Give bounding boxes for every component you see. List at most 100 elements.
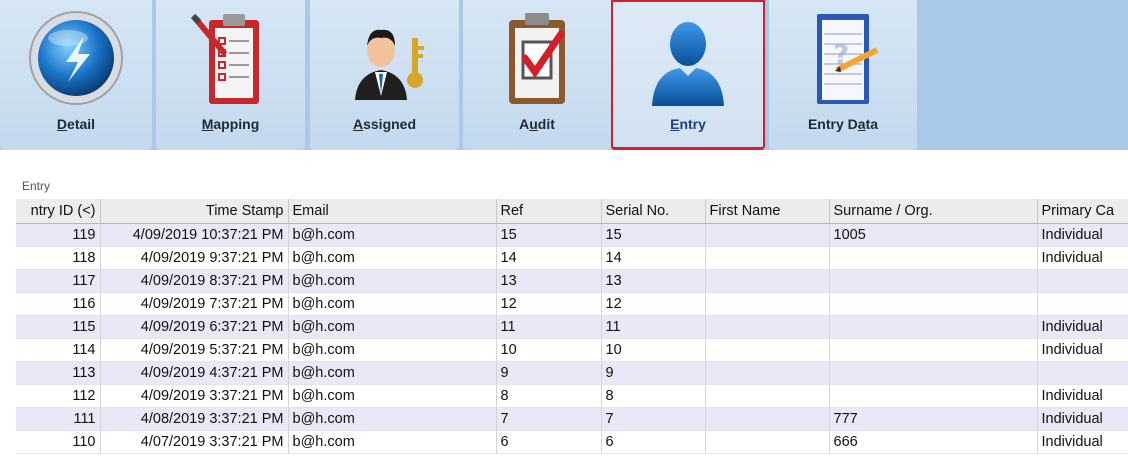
cell-ref: 14: [496, 246, 602, 270]
cell-time-stamp: 4/09/2019 7:37:21 PM: [100, 292, 289, 316]
cell-entry-id: 113: [16, 361, 101, 385]
column-header-surname[interactable]: Surname / Org.: [829, 199, 1038, 224]
cell-time-stamp: 4/07/2019 3:37:21 PM: [100, 430, 289, 454]
column-header-serial-no[interactable]: Serial No.: [601, 199, 706, 224]
cell-first-name: [705, 430, 830, 454]
cell-entry-id: 117: [16, 269, 101, 293]
table-header-row: ntry ID (<) Time Stamp Email Ref Serial …: [16, 199, 1128, 224]
cell-serial-no: 12: [601, 292, 706, 316]
cell-surname: [829, 292, 1038, 316]
tab-detail[interactable]: Detail: [0, 0, 152, 150]
cell-first-name: [705, 384, 830, 408]
cell-primary-category: Individual: [1037, 407, 1128, 431]
cell-ref: 15: [496, 223, 602, 247]
cell-entry-id: 116: [16, 292, 101, 316]
table-row[interactable]: 110 4/07/2019 3:37:21 PM b@h.com 6 6 666 Indiv…: [16, 430, 1128, 454]
cell-primary-category: Individual: [1037, 384, 1128, 408]
cell-email: b@h.com: [288, 430, 497, 454]
entry-table: ntry ID (<) Time Stamp Email Ref Serial …: [16, 199, 1128, 454]
panel-header-strip: [0, 150, 1128, 176]
cell-email: b@h.com: [288, 338, 497, 362]
cell-ref: 11: [496, 315, 602, 339]
tab-mapping[interactable]: Mapping: [156, 0, 305, 150]
table-row[interactable]: 117 4/09/2019 8:37:21 PM b@h.com 13 13: [16, 269, 1128, 293]
tab-audit[interactable]: Audit: [463, 0, 611, 150]
table-row[interactable]: 115 4/09/2019 6:37:21 PM b@h.com 11 11 Indivi…: [16, 315, 1128, 339]
cell-ref: 10: [496, 338, 602, 362]
cell-email: b@h.com: [288, 315, 497, 339]
cell-serial-no: 13: [601, 269, 706, 293]
tab-entry-data[interactable]: ? Entry Data: [769, 0, 917, 150]
table-row[interactable]: 111 4/08/2019 3:37:21 PM b@h.com 7 7 777 Indiv…: [16, 407, 1128, 431]
cell-email: b@h.com: [288, 246, 497, 270]
cell-email: b@h.com: [288, 361, 497, 385]
cell-ref: 9: [496, 361, 602, 385]
cell-primary-category: [1037, 269, 1128, 293]
column-header-email[interactable]: Email: [288, 199, 497, 224]
tab-label: Mapping: [201, 116, 260, 132]
cell-first-name: [705, 407, 830, 431]
table-row[interactable]: 114 4/09/2019 5:37:21 PM b@h.com 10 10 Indivi…: [16, 338, 1128, 362]
cell-primary-category: Individual: [1037, 246, 1128, 270]
cell-serial-no: 14: [601, 246, 706, 270]
lightning-orb-icon: [0, 8, 152, 110]
person-key-icon: [310, 8, 459, 110]
column-header-entry-id[interactable]: ntry ID (<): [16, 199, 101, 224]
cell-time-stamp: 4/09/2019 3:37:21 PM: [100, 384, 289, 408]
cell-email: b@h.com: [288, 223, 497, 247]
cell-entry-id: 115: [16, 315, 101, 339]
cell-surname: 777: [829, 407, 1038, 431]
clipboard-check-icon: [463, 8, 611, 110]
table-row[interactable]: 118 4/09/2019 9:37:21 PM b@h.com 14 14 Indivi…: [16, 246, 1128, 270]
cell-surname: [829, 384, 1038, 408]
tab-label: Assigned: [352, 116, 417, 132]
cell-serial-no: 10: [601, 338, 706, 362]
cell-serial-no: 8: [601, 384, 706, 408]
cell-primary-category: Individual: [1037, 430, 1128, 454]
tab-entry[interactable]: Entry: [611, 0, 765, 150]
person-silhouette-icon: [613, 10, 763, 112]
cell-time-stamp: 4/09/2019 10:37:21 PM: [100, 223, 289, 247]
cell-surname: 1005: [829, 223, 1038, 247]
cell-surname: [829, 315, 1038, 339]
cell-email: b@h.com: [288, 269, 497, 293]
table-row[interactable]: 119 4/09/2019 10:37:21 PM b@h.com 15 15 1005 I…: [16, 223, 1128, 247]
cell-ref: 7: [496, 407, 602, 431]
column-header-time-stamp[interactable]: Time Stamp: [100, 199, 289, 224]
clipboard-checklist-icon: [156, 8, 305, 110]
cell-time-stamp: 4/09/2019 8:37:21 PM: [100, 269, 289, 293]
column-header-ref[interactable]: Ref: [496, 199, 602, 224]
tab-label: Audit: [519, 116, 555, 132]
cell-time-stamp: 4/09/2019 4:37:21 PM: [100, 361, 289, 385]
cell-primary-category: [1037, 361, 1128, 385]
entry-panel: Entry ntry ID (<) Time Stamp Email Ref S…: [0, 150, 1128, 458]
tab-label: Detail: [56, 116, 96, 132]
cell-surname: [829, 246, 1038, 270]
cell-time-stamp: 4/09/2019 5:37:21 PM: [100, 338, 289, 362]
cell-entry-id: 111: [16, 407, 101, 431]
cell-entry-id: 119: [16, 223, 101, 247]
column-header-primary-category[interactable]: Primary Ca: [1037, 199, 1128, 224]
cell-ref: 8: [496, 384, 602, 408]
cell-first-name: [705, 361, 830, 385]
cell-serial-no: 7: [601, 407, 706, 431]
cell-first-name: [705, 315, 830, 339]
table-row[interactable]: 112 4/09/2019 3:37:21 PM b@h.com 8 8 Individu…: [16, 384, 1128, 408]
table-row[interactable]: 113 4/09/2019 4:37:21 PM b@h.com 9 9: [16, 361, 1128, 385]
cell-surname: 666: [829, 430, 1038, 454]
table-row[interactable]: 116 4/09/2019 7:37:21 PM b@h.com 12 12: [16, 292, 1128, 316]
cell-time-stamp: 4/09/2019 6:37:21 PM: [100, 315, 289, 339]
clipboard-pencil-icon: ?: [769, 8, 917, 110]
tab-label: Entry: [670, 116, 706, 132]
cell-entry-id: 114: [16, 338, 101, 362]
tab-assigned[interactable]: Assigned: [310, 0, 459, 150]
cell-primary-category: Individual: [1037, 338, 1128, 362]
cell-serial-no: 9: [601, 361, 706, 385]
cell-ref: 12: [496, 292, 602, 316]
cell-first-name: [705, 269, 830, 293]
column-header-first-name[interactable]: First Name: [705, 199, 830, 224]
cell-entry-id: 110: [16, 430, 101, 454]
cell-surname: [829, 361, 1038, 385]
tab-ribbon: Detail Mapping Assigned Audit Entry ? En…: [0, 0, 1128, 150]
cell-serial-no: 6: [601, 430, 706, 454]
